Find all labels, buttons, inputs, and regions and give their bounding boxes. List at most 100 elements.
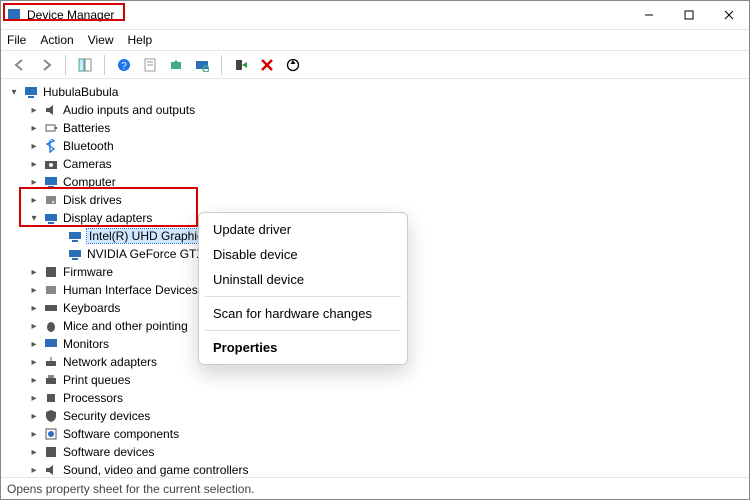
- tree-category[interactable]: ▸ Sound, video and game controllers: [3, 461, 747, 477]
- app-icon: [7, 8, 21, 22]
- display-adapter-icon: [43, 210, 59, 226]
- category-label: Software devices: [63, 445, 154, 459]
- chevron-right-icon[interactable]: ▸: [27, 283, 41, 297]
- separator: [205, 296, 401, 297]
- chevron-right-icon[interactable]: ▸: [27, 139, 41, 153]
- back-button[interactable]: [9, 54, 31, 76]
- category-label: Audio inputs and outputs: [63, 103, 195, 117]
- chevron-right-icon[interactable]: ▸: [27, 175, 41, 189]
- chevron-right-icon[interactable]: ▸: [27, 409, 41, 423]
- processor-icon: [43, 390, 59, 406]
- printer-icon: [43, 372, 59, 388]
- svg-text:?: ?: [121, 61, 127, 72]
- computer-icon: [23, 84, 39, 100]
- status-text: Opens property sheet for the current sel…: [7, 482, 254, 496]
- chevron-right-icon[interactable]: ▸: [27, 427, 41, 441]
- separator: [104, 55, 105, 75]
- menu-view[interactable]: View: [88, 33, 114, 47]
- tree-category[interactable]: ▸ Processors: [3, 389, 747, 407]
- menu-help[interactable]: Help: [128, 33, 153, 47]
- chevron-down-icon[interactable]: ▾: [27, 211, 41, 225]
- menu-action[interactable]: Action: [40, 33, 73, 47]
- enable-device-button[interactable]: [230, 54, 252, 76]
- category-label: Processors: [63, 391, 123, 405]
- menubar: File Action View Help: [1, 29, 749, 51]
- hid-icon: [43, 282, 59, 298]
- separator: [221, 55, 222, 75]
- tree-root-label: HubulaBubula: [43, 85, 118, 99]
- chevron-right-icon[interactable]: ▸: [27, 121, 41, 135]
- context-menu: Update driver Disable device Uninstall d…: [198, 212, 408, 365]
- tree-category[interactable]: ▸ Bluetooth: [3, 137, 747, 155]
- show-hide-tree-button[interactable]: [74, 54, 96, 76]
- chevron-right-icon[interactable]: ▸: [27, 337, 41, 351]
- minimize-button[interactable]: [629, 1, 669, 29]
- tree-category[interactable]: ▸ Software devices: [3, 443, 747, 461]
- chevron-right-icon[interactable]: ▸: [27, 301, 41, 315]
- category-label: Cameras: [63, 157, 112, 171]
- audio-icon: [43, 102, 59, 118]
- camera-icon: [43, 156, 59, 172]
- tree-category[interactable]: ▸ Print queues: [3, 371, 747, 389]
- chevron-right-icon[interactable]: ▸: [27, 355, 41, 369]
- category-label: Keyboards: [63, 301, 120, 315]
- chevron-right-icon[interactable]: ▸: [27, 319, 41, 333]
- properties-button[interactable]: [139, 54, 161, 76]
- keyboard-icon: [43, 300, 59, 316]
- disk-icon: [43, 192, 59, 208]
- close-button[interactable]: [709, 1, 749, 29]
- context-properties[interactable]: Properties: [199, 335, 407, 360]
- category-label: Bluetooth: [63, 139, 114, 153]
- context-uninstall-device[interactable]: Uninstall device: [199, 267, 407, 292]
- category-label: Software components: [63, 427, 179, 441]
- category-label: Batteries: [63, 121, 110, 135]
- tree-category[interactable]: ▸ Cameras: [3, 155, 747, 173]
- chevron-right-icon[interactable]: ▸: [27, 463, 41, 477]
- tree-category[interactable]: ▸ Batteries: [3, 119, 747, 137]
- chevron-right-icon[interactable]: ▸: [27, 373, 41, 387]
- battery-icon: [43, 120, 59, 136]
- context-scan-hardware[interactable]: Scan for hardware changes: [199, 301, 407, 326]
- toolbar: ?: [1, 51, 749, 79]
- context-update-driver[interactable]: Update driver: [199, 217, 407, 242]
- tree-category[interactable]: ▸ Audio inputs and outputs: [3, 101, 747, 119]
- window-title: Device Manager: [27, 8, 114, 22]
- menu-file[interactable]: File: [7, 33, 26, 47]
- disable-device-button[interactable]: [282, 54, 304, 76]
- category-label: Sound, video and game controllers: [63, 463, 248, 477]
- chevron-right-icon[interactable]: ▸: [27, 265, 41, 279]
- firmware-icon: [43, 264, 59, 280]
- tree-category[interactable]: ▸ Software components: [3, 425, 747, 443]
- chevron-right-icon[interactable]: ▸: [27, 445, 41, 459]
- software-devices-icon: [43, 444, 59, 460]
- category-label: Mice and other pointing: [63, 319, 188, 333]
- category-label: Computer: [63, 175, 116, 189]
- tree-category[interactable]: ▸Security devices: [3, 407, 747, 425]
- maximize-button[interactable]: [669, 1, 709, 29]
- separator: [65, 55, 66, 75]
- scan-hardware-toolbar-button[interactable]: [191, 54, 213, 76]
- chevron-right-icon[interactable]: ▸: [27, 193, 41, 207]
- chevron-down-icon[interactable]: ▾: [7, 85, 21, 99]
- category-label: Print queues: [63, 373, 130, 387]
- category-label: Display adapters: [63, 211, 152, 225]
- bluetooth-icon: [43, 138, 59, 154]
- monitor-icon: [43, 336, 59, 352]
- forward-button[interactable]: [35, 54, 57, 76]
- software-components-icon: [43, 426, 59, 442]
- tree-category[interactable]: ▸Disk drives: [3, 191, 747, 209]
- category-label: Firmware: [63, 265, 113, 279]
- mouse-icon: [43, 318, 59, 334]
- chevron-right-icon[interactable]: ▸: [27, 103, 41, 117]
- chevron-right-icon[interactable]: ▸: [27, 391, 41, 405]
- chevron-right-icon[interactable]: ▸: [27, 157, 41, 171]
- update-driver-toolbar-button[interactable]: [165, 54, 187, 76]
- context-disable-device[interactable]: Disable device: [199, 242, 407, 267]
- help-button[interactable]: ?: [113, 54, 135, 76]
- computer-icon: [43, 174, 59, 190]
- category-label: Monitors: [63, 337, 109, 351]
- uninstall-device-button[interactable]: [256, 54, 278, 76]
- tree-category[interactable]: ▸ Computer: [3, 173, 747, 191]
- tree-root[interactable]: ▾ HubulaBubula: [3, 83, 747, 101]
- titlebar: Device Manager: [1, 1, 749, 29]
